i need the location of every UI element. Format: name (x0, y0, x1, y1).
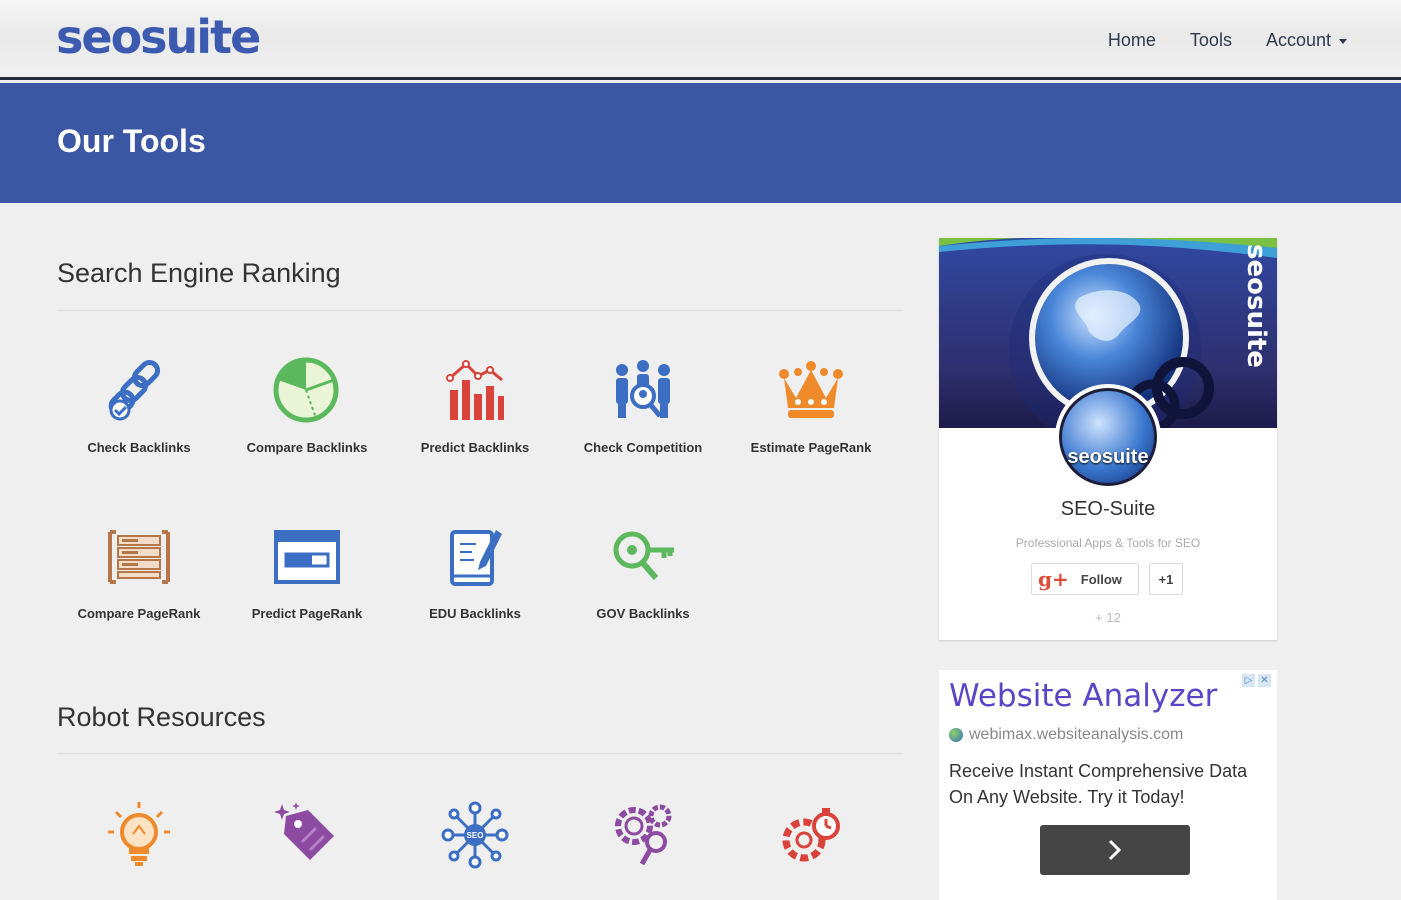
gplus-tagline: Professional Apps & Tools for SEO (1015, 536, 1201, 550)
tool-check-competition[interactable]: Check Competition (559, 356, 727, 455)
gears-search-icon (615, 804, 672, 866)
follow-label: Follow (1080, 571, 1122, 587)
tool-compare-pagerank[interactable]: Compare PageRank (55, 522, 223, 621)
ad-unit: ▷ ✕ Website Analyzer webimax.websiteanal… (939, 670, 1277, 900)
tool-predict-pagerank[interactable]: Predict PageRank (223, 522, 391, 621)
caret-down-icon (1339, 38, 1347, 44)
pie-chart-icon (273, 357, 339, 423)
tool-label: Check Competition (583, 440, 703, 455)
section-title-robot: Robot Resources (57, 702, 266, 732)
avatar-brand-text: seosuite (1067, 445, 1149, 468)
tool-label: Compare PageRank (77, 606, 201, 621)
tool-label: Predict Backlinks (420, 440, 530, 455)
nav-home-link[interactable]: Home (1108, 30, 1156, 51)
people-magnifier-icon (616, 360, 670, 418)
lightbulb-icon (108, 802, 170, 866)
top-navbar: seosuite Home Tools Account (0, 0, 1401, 80)
tool-label: GOV Backlinks (596, 606, 690, 621)
ad-go-button[interactable] (1040, 825, 1190, 875)
main-nav: Home Tools Account (1108, 30, 1347, 51)
google-plus-icon: g+ (1038, 567, 1069, 591)
ad-close-icon[interactable]: ✕ (1258, 674, 1271, 687)
seo-network-icon: SEO (441, 801, 509, 869)
browser-window-icon (274, 530, 340, 584)
page-title: Our Tools (57, 123, 206, 159)
server-rack-icon (108, 530, 170, 584)
key-search-icon (613, 531, 674, 580)
tool-label: Compare Backlinks (246, 440, 368, 455)
tool-compare-backlinks[interactable]: Compare Backlinks (223, 356, 391, 455)
nav-account-label: Account (1265, 30, 1331, 50)
tool-label: Predict PageRank (251, 606, 363, 621)
banner-brand-vertical: seosuite (1241, 244, 1271, 368)
gplus-page-name[interactable]: SEO-Suite (939, 498, 1277, 521)
tool-estimate-pagerank[interactable]: Estimate PageRank (727, 356, 895, 455)
gear-stopwatch-icon (782, 808, 840, 862)
page-banner: Our Tools (0, 83, 1401, 203)
gplus-plus-one-button[interactable]: +1 (1149, 563, 1183, 595)
tool-label: Check Backlinks (87, 440, 191, 455)
nav-account-dropdown[interactable]: Account (1266, 30, 1347, 51)
nav-tools-link[interactable]: Tools (1190, 30, 1232, 51)
tag-sparkle-icon (274, 802, 334, 860)
chevron-right-icon (1108, 839, 1122, 861)
gplus-badge-card: seosuite seosuite SEO-Suite Professional… (939, 238, 1277, 640)
ad-description: Receive Instant Comprehensive Data On An… (949, 761, 1248, 807)
tool-gov-backlinks[interactable]: GOV Backlinks (559, 522, 727, 621)
gplus-follow-button[interactable]: g+ Follow (1031, 563, 1139, 595)
ad-choices[interactable]: ▷ ✕ (1242, 674, 1271, 687)
crown-icon (779, 361, 843, 418)
plus-one-label: +1 (1158, 571, 1174, 587)
section-title-ranking: Search Engine Ranking (57, 258, 341, 288)
gplus-count: + 12 (1095, 610, 1121, 625)
tool-label: EDU Backlinks (429, 606, 521, 621)
tool-check-backlinks[interactable]: Check Backlinks (55, 356, 223, 455)
site-logo[interactable]: seosuite (56, 10, 261, 64)
robot-tool-2[interactable] (223, 800, 391, 870)
robot-tool-3[interactable]: SEO (391, 800, 559, 870)
section-divider (57, 310, 903, 311)
tool-edu-backlinks[interactable]: EDU Backlinks (391, 522, 559, 621)
gplus-avatar[interactable]: seosuite (1055, 384, 1161, 490)
robot-tool-5[interactable] (727, 800, 895, 870)
tool-predict-backlinks[interactable]: Predict Backlinks (391, 356, 559, 455)
ad-title-link[interactable]: Website Analyzer (949, 678, 1217, 714)
ad-display-url[interactable]: webimax.websiteanalysis.com (969, 726, 1183, 744)
book-pen-icon (450, 530, 502, 586)
chain-link-icon (108, 359, 161, 421)
tool-label: Estimate PageRank (750, 440, 872, 455)
section-divider (57, 753, 903, 754)
globe-icon (949, 728, 963, 742)
robot-tool-4[interactable] (559, 800, 727, 870)
ad-info-icon[interactable]: ▷ (1242, 674, 1255, 687)
robot-tool-1[interactable] (55, 800, 223, 870)
bar-chart-trend-icon (446, 360, 504, 420)
svg-text:SEO: SEO (467, 831, 484, 840)
